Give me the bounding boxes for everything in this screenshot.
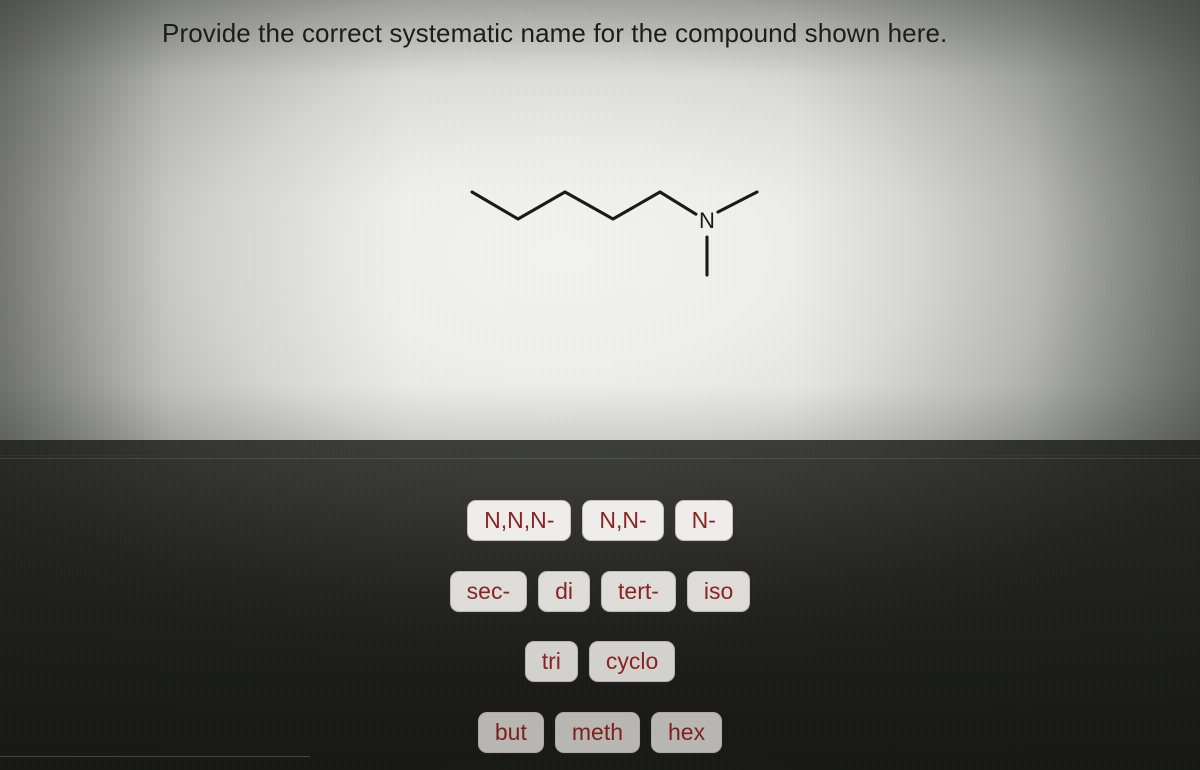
answer-tile-area: N,N,N- N,N- N- sec-di tert-iso tri cyclo but… xyxy=(0,500,1200,770)
nitrogen-atom-label: N xyxy=(699,208,715,233)
answer-tile-di[interactable]: di xyxy=(538,571,591,612)
structural-prefix-row: sec-di tert-iso xyxy=(0,571,1200,612)
chain-length-row-1: but meth hex xyxy=(0,712,1200,753)
answer-tile-n-n-n[interactable]: N,N,N- xyxy=(467,500,572,541)
answer-tile-tri[interactable]: tri xyxy=(524,641,578,682)
screenshot-root: Provide the correct systematic name for … xyxy=(0,0,1200,770)
answer-tile-hex[interactable]: hex xyxy=(651,712,723,753)
answer-tile-sec[interactable]: sec- xyxy=(449,571,528,612)
answer-tile-but[interactable]: but xyxy=(477,712,544,753)
compound-structure-diagram: N xyxy=(440,165,800,300)
multiplier-prefix-row: tri cyclo xyxy=(0,641,1200,682)
answer-tile-n[interactable]: N- xyxy=(674,500,733,541)
answer-tile-iso[interactable]: iso xyxy=(686,571,751,612)
bond-to-methyl-upper-right xyxy=(716,190,759,214)
answer-tile-meth[interactable]: meth xyxy=(554,712,641,753)
carbon-chain-bonds xyxy=(470,190,698,221)
structure-svg: N xyxy=(470,190,759,277)
question-prompt: Provide the correct systematic name for … xyxy=(162,18,948,48)
answer-tile-cyclo[interactable]: cyclo xyxy=(588,641,676,682)
content-layer: Provide the correct systematic name for … xyxy=(0,0,1200,770)
prefix-locants-row: N,N,N- N,N- N- xyxy=(0,500,1200,541)
answer-tile-tert[interactable]: tert- xyxy=(601,571,676,612)
answer-tile-n-n[interactable]: N,N- xyxy=(582,500,664,541)
